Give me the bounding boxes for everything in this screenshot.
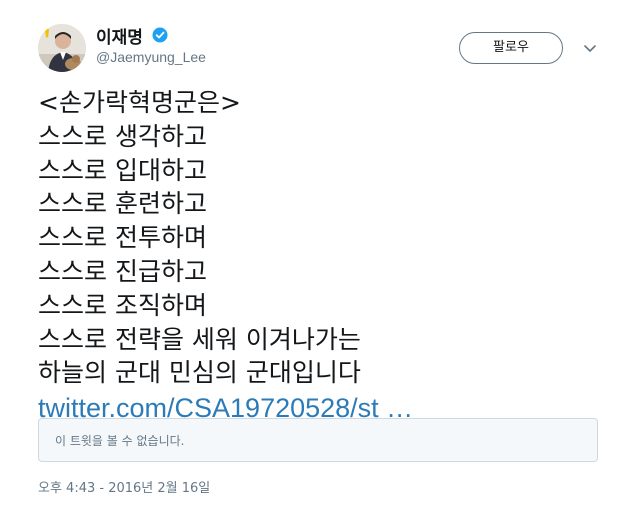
chevron-down-icon — [584, 45, 596, 52]
tweet-line: 스스로 입대하고 — [38, 155, 207, 185]
tweet-timestamp[interactable]: 오후 4:43 - 2016년 2월 16일 — [38, 477, 210, 496]
tweet-line: <손가락혁명군은> — [38, 88, 241, 117]
quoted-tweet-unavailable-text: 이 트윗을 볼 수 없습니다. — [55, 434, 185, 448]
tweet-text: <손가락혁명군은> 스스로 생각하고 스스로 입대하고 스스로 훈련하고 스스로… — [38, 86, 598, 426]
tweet-line: 스스로 훈련하고 — [38, 189, 207, 219]
tweet-line: 스스로 생각하고 — [38, 121, 207, 151]
avatar[interactable] — [38, 24, 86, 72]
quoted-tweet-card[interactable]: 이 트윗을 볼 수 없습니다. — [38, 418, 598, 462]
author-handle[interactable]: @Jaemyung_Lee — [96, 49, 206, 65]
avatar-photo — [38, 24, 86, 72]
tweet-line: 스스로 조직하며 — [38, 290, 207, 320]
tweet-line: 스스로 전투하며 — [38, 223, 207, 253]
verified-badge-icon — [152, 27, 168, 43]
tweet-menu-button[interactable] — [580, 38, 600, 58]
follow-button[interactable]: 팔로우 — [459, 32, 563, 64]
author-display-name[interactable]: 이재명 — [96, 23, 143, 48]
tweet-line: 스스로 진급하고 — [38, 256, 207, 286]
tweet-line: 하늘의 군대 민심의 군대입니다 — [38, 358, 361, 388]
tweet-line: 스스로 전략을 세워 이겨나가는 — [38, 324, 361, 354]
